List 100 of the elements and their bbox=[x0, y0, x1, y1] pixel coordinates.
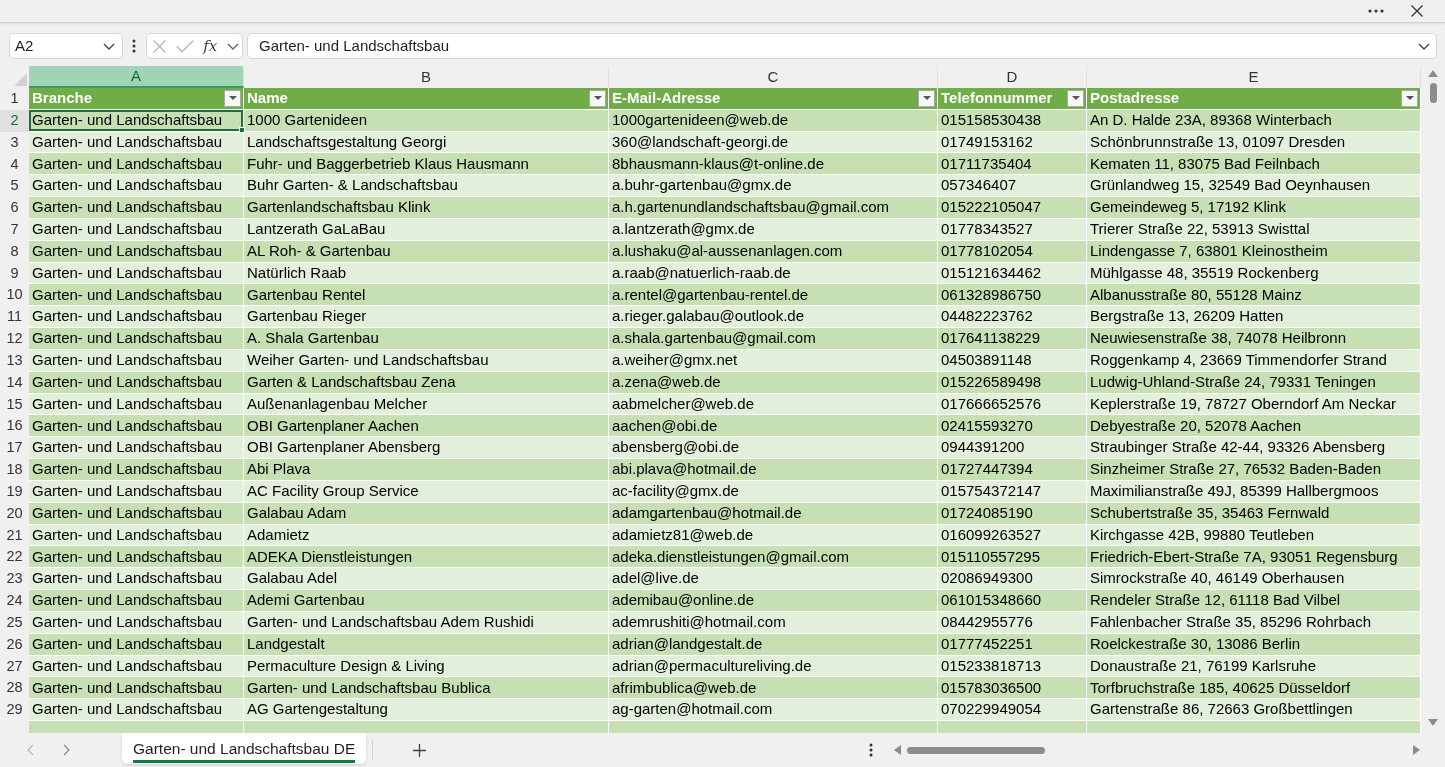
table-cell: Garten- und Landschaftsbau bbox=[29, 328, 244, 350]
filter-button[interactable] bbox=[1067, 89, 1084, 107]
scrollbar-thumb[interactable] bbox=[1429, 83, 1437, 103]
table-cell: Natürlich Raab bbox=[244, 262, 609, 285]
table-cell: Sinzheimer Straße 27, 76532 Baden-Baden bbox=[1087, 459, 1421, 481]
table-cell: Roggenkamp 4, 23669 Timmendorfer Strand bbox=[1087, 349, 1421, 372]
table-cell: Gartenlandschaftsbau Klink bbox=[244, 197, 609, 219]
table-cell: Garten- und Landschaftsbau bbox=[29, 633, 244, 656]
chevron-down-icon[interactable] bbox=[1418, 42, 1430, 50]
table-cell: Fuhr- und Baggerbetrieb Klaus Hausmann bbox=[244, 153, 609, 176]
table-cell: Adamietz bbox=[244, 524, 609, 547]
table-cell: Garten- und Landschaftsbau bbox=[29, 284, 244, 307]
table-cell: afrimbublica@web.de bbox=[609, 677, 938, 700]
caret-down-icon bbox=[1071, 96, 1080, 101]
table-cell: a.raab@natuerlich-raab.de bbox=[609, 262, 938, 285]
table-cell: Maximilianstraße 49J, 85399 Hallbergmoos bbox=[1087, 480, 1421, 503]
table-cell: 02086949300 bbox=[938, 568, 1087, 591]
table-cell: Keplerstraße 19, 78727 Oberndorf Am Neckar bbox=[1087, 393, 1421, 416]
triangle-down-icon[interactable] bbox=[1428, 719, 1438, 726]
scrollbar-thumb[interactable] bbox=[907, 746, 1045, 754]
table-cell: 015233818713 bbox=[938, 655, 1087, 678]
column-heading: Telefonnummer bbox=[941, 88, 1053, 109]
chevron-down-icon[interactable] bbox=[227, 42, 239, 50]
caret-down-icon bbox=[922, 96, 931, 101]
table-cell: Mühlgasse 48, 35519 Rockenberg bbox=[1087, 262, 1421, 285]
chevron-right-icon[interactable] bbox=[63, 744, 70, 756]
table-cell: Simrockstraße 40, 46149 Oberhausen bbox=[1087, 568, 1421, 591]
name-box[interactable]: A2 bbox=[9, 33, 123, 59]
column-header[interactable]: A bbox=[29, 66, 244, 88]
table-cell: adrian@landgestalt.de bbox=[609, 633, 938, 656]
table-cell: a.lushaku@al-aussenanlagen.com bbox=[609, 240, 938, 263]
table-cell: Kematen 11, 83075 Bad Feilnbach bbox=[1087, 153, 1421, 176]
fill-handle[interactable] bbox=[239, 127, 245, 133]
table-cell: 1000 Gartenideen bbox=[244, 109, 609, 132]
table-cell: 01711735404 bbox=[938, 153, 1087, 176]
table-cell: AL Roh- & Gartenbau bbox=[244, 240, 609, 263]
table-cell: Gartenbau Rentel bbox=[244, 284, 609, 307]
table-cell: 360@landschaft-georgi.de bbox=[609, 131, 938, 154]
table-cell: Garten & Landschaftsbau Zena bbox=[244, 371, 609, 394]
column-heading: Name bbox=[247, 88, 288, 109]
filter-button[interactable] bbox=[918, 89, 935, 107]
vertical-ellipsis-icon[interactable] bbox=[869, 743, 873, 757]
triangle-up-icon[interactable] bbox=[1428, 70, 1438, 77]
triangle-left-icon[interactable] bbox=[894, 745, 901, 755]
table-cell: Garten- und Landschaftsbau bbox=[29, 677, 244, 700]
table-cell: a.buhr-gartenbau@gmx.de bbox=[609, 175, 938, 198]
table-cell: Garten- und Landschaftsbau bbox=[29, 153, 244, 176]
table-cell: An D. Halde 23A, 89368 Winterbach bbox=[1087, 109, 1421, 132]
table-cell: 016099263527 bbox=[938, 524, 1087, 547]
table-cell: Permaculture Design & Living bbox=[244, 655, 609, 678]
table-cell: Galabau Adel bbox=[244, 568, 609, 591]
sheet-tab[interactable]: Garten- und Landschaftsbau DE bbox=[122, 733, 367, 764]
table-cell: Außenanlagenbau Melcher bbox=[244, 393, 609, 416]
table-cell: Torfbruchstraße 185, 40625 Düsseldorf bbox=[1087, 677, 1421, 700]
filter-button[interactable] bbox=[1401, 89, 1418, 107]
vertical-ellipsis-icon[interactable] bbox=[132, 39, 136, 53]
table-cell: Garten- und Landschaftsbau bbox=[29, 109, 244, 132]
table-cell: Gartenstraße 86, 72663 Großbettlingen bbox=[1087, 699, 1421, 721]
row-header[interactable]: 2 bbox=[0, 109, 29, 132]
table-cell: a.zena@web.de bbox=[609, 371, 938, 394]
table-cell: 015121634462 bbox=[938, 262, 1087, 285]
table-cell: ademibau@online.de bbox=[609, 590, 938, 612]
table-cell: 017666652576 bbox=[938, 393, 1087, 416]
table-cell: adeka.dienstleistungen@gmail.com bbox=[609, 546, 938, 569]
table-cell: Buhr Garten- & Landschaftsbau bbox=[244, 175, 609, 198]
table-cell: Galabau Adam bbox=[244, 502, 609, 525]
table-cell: 070229949054 bbox=[938, 699, 1087, 721]
table-cell: a.rieger.galabau@outlook.de bbox=[609, 306, 938, 329]
table-cell: aabmelcher@web.de bbox=[609, 393, 938, 416]
table-cell: Garten- und Landschaftsbau bbox=[29, 502, 244, 525]
check-icon[interactable] bbox=[175, 39, 194, 53]
table-cell: 017641138229 bbox=[938, 328, 1087, 350]
table-cell: AG Gartengestaltung bbox=[244, 699, 609, 721]
table-cell: Roelckestraße 30, 13086 Berlin bbox=[1087, 633, 1421, 656]
insert-function-button[interactable]: fx bbox=[203, 38, 218, 54]
chevron-down-icon[interactable] bbox=[103, 42, 115, 50]
table-cell: a.shala.gartenbau@gmail.com bbox=[609, 328, 938, 350]
close-icon[interactable] bbox=[1411, 5, 1423, 17]
table-cell: 08442955776 bbox=[938, 611, 1087, 634]
table-cell: 015110557295 bbox=[938, 546, 1087, 569]
table-cell: Garten- und Landschaftsbau bbox=[29, 371, 244, 394]
caret-down-icon bbox=[593, 96, 602, 101]
caret-down-icon bbox=[1405, 96, 1414, 101]
triangle-right-icon[interactable] bbox=[1413, 745, 1420, 755]
table-cell: 01778102054 bbox=[938, 240, 1087, 263]
formula-field[interactable]: Garten- und Landschaftsbau bbox=[247, 33, 1437, 59]
table-cell: abensberg@obi.de bbox=[609, 437, 938, 460]
table-cell: 0944391200 bbox=[938, 437, 1087, 460]
table-cell: Rendeler Straße 12, 61118 Bad Vilbel bbox=[1087, 590, 1421, 612]
caret-down-icon bbox=[228, 96, 237, 101]
filter-button[interactable] bbox=[589, 89, 606, 107]
filter-button[interactable] bbox=[224, 89, 241, 107]
table-cell: Garten- und Landschaftsbau bbox=[29, 480, 244, 503]
table-cell: Bergstraße 13, 26209 Hatten bbox=[1087, 306, 1421, 329]
table-cell: 015158530438 bbox=[938, 109, 1087, 132]
table-cell: 01749153162 bbox=[938, 131, 1087, 154]
table-cell: Albanusstraße 80, 55128 Mainz bbox=[1087, 284, 1421, 307]
ellipsis-icon[interactable] bbox=[1368, 9, 1384, 13]
plus-icon[interactable] bbox=[413, 743, 427, 757]
table-cell: aachen@obi.de bbox=[609, 415, 938, 438]
